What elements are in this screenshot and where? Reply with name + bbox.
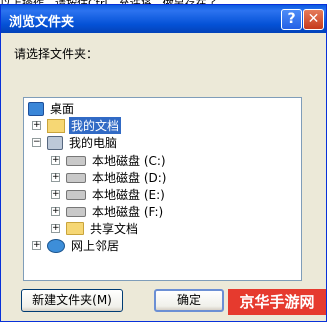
- new-folder-button[interactable]: 新建文件夹(M): [21, 289, 123, 312]
- tree-item-label: 本地磁盘 (F:): [92, 205, 164, 219]
- expand-icon[interactable]: +: [51, 173, 60, 182]
- expand-icon[interactable]: +: [51, 156, 60, 165]
- tree-item-label: 本地磁盘 (E:): [92, 188, 165, 202]
- tree-item-my-computer[interactable]: − 我的电脑: [32, 134, 119, 151]
- documents-folder-icon: [47, 118, 65, 133]
- computer-icon: [47, 135, 63, 150]
- help-button[interactable]: ?: [281, 9, 302, 30]
- prompt-label: 请选择文件夹：: [14, 47, 99, 61]
- tree-item-label: 本地磁盘 (C:): [92, 154, 166, 168]
- title-bar[interactable]: 浏览文件夹 ? ✕: [1, 5, 326, 33]
- drive-icon: [66, 172, 86, 183]
- tree-item-drive-f[interactable]: + 本地磁盘 (F:): [51, 203, 165, 220]
- expand-icon[interactable]: +: [51, 190, 60, 199]
- tree-item-drive-d[interactable]: + 本地磁盘 (D:): [51, 169, 168, 186]
- tree-item-label: 本地磁盘 (D:): [92, 171, 167, 185]
- expand-icon[interactable]: +: [32, 121, 41, 130]
- expand-icon[interactable]: +: [32, 241, 41, 250]
- tree-item-label: 网上邻居: [71, 239, 120, 253]
- tree-item-label: 我的文档: [69, 117, 122, 134]
- collapse-icon[interactable]: −: [32, 138, 41, 147]
- expand-icon[interactable]: +: [51, 207, 60, 216]
- tree-item-desktop[interactable]: 桌面: [28, 100, 76, 117]
- expand-icon[interactable]: +: [51, 224, 60, 233]
- folder-tree[interactable]: 桌面 + 我的文档 − 我的电脑 + 本地磁盘 (C:) + 本地磁盘 (D:)…: [23, 97, 302, 281]
- network-icon: [47, 238, 65, 253]
- dialog-title: 浏览文件夹: [9, 15, 75, 30]
- tree-item-drive-c[interactable]: + 本地磁盘 (C:): [51, 152, 168, 169]
- tree-item-label: 桌面: [50, 102, 75, 116]
- tree-item-label: 共享文档: [90, 222, 139, 236]
- drive-icon: [66, 155, 86, 166]
- tree-item-network[interactable]: + 网上邻居: [32, 237, 121, 254]
- desktop-icon: [28, 101, 44, 116]
- drive-icon: [66, 206, 86, 217]
- browse-folder-dialog: 浏览文件夹 ? ✕ 请选择文件夹： 桌面 + 我的文档 − 我的电脑 + 本地磁…: [0, 4, 327, 322]
- folder-icon: [66, 222, 84, 235]
- tree-item-my-documents[interactable]: + 我的文档: [32, 117, 122, 134]
- tree-item-label: 我的电脑: [69, 136, 118, 150]
- drive-icon: [66, 189, 86, 200]
- close-button[interactable]: ✕: [303, 9, 324, 30]
- tree-item-drive-e[interactable]: + 本地磁盘 (E:): [51, 186, 167, 203]
- tree-item-shared-documents[interactable]: + 共享文档: [51, 220, 140, 237]
- watermark-logo: 京华手游网: [228, 289, 326, 315]
- ok-button[interactable]: 确定: [154, 289, 224, 312]
